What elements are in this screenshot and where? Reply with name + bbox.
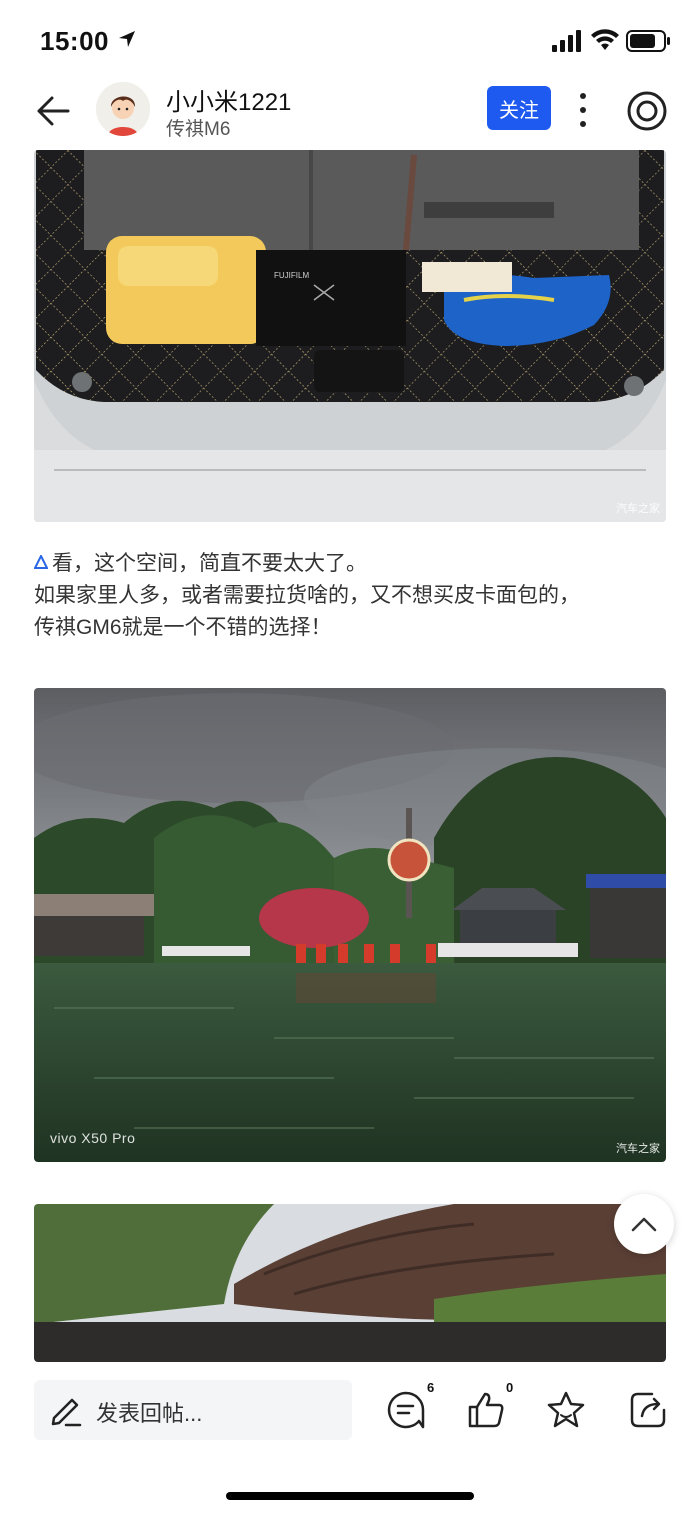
- star-icon[interactable]: [546, 1390, 586, 1430]
- comment-icon[interactable]: [386, 1390, 426, 1430]
- pencil-icon: [51, 1398, 82, 1427]
- post-text-line-2: 如果家里人多，或者需要拉货啥的，又不想买皮卡面包的，: [34, 584, 580, 607]
- svg-text:FUJIFILM: FUJIFILM: [274, 271, 309, 280]
- cellular-signal-icon: [552, 30, 581, 52]
- post-image-lake[interactable]: vivo X50 Pro 汽车之家: [34, 688, 666, 1162]
- home-indicator: [226, 1492, 474, 1500]
- post-header: 小小米1221 传祺M6 关注: [0, 76, 700, 146]
- bottom-toolbar: 发表回帖... 6 0: [0, 1362, 700, 1462]
- share-icon[interactable]: [628, 1390, 668, 1430]
- username[interactable]: 小小米1221: [166, 82, 291, 117]
- battery-icon: [626, 30, 670, 52]
- post-text-line-1: 看，这个空间，简直不要太大了。: [52, 552, 367, 575]
- post-image-rock[interactable]: [34, 1204, 666, 1362]
- location-arrow-icon: [119, 31, 135, 47]
- post-text-line-3: 传祺GM6就是一个不错的选择！: [34, 616, 332, 639]
- follow-button[interactable]: 关注: [487, 86, 551, 130]
- status-time: 15:00: [40, 26, 109, 56]
- triangle-icon: [34, 555, 48, 569]
- wifi-icon: [591, 29, 619, 50]
- scroll-top-button[interactable]: [614, 1194, 674, 1254]
- reply-placeholder: 发表回帖...: [96, 1401, 203, 1426]
- post-line-1: 看，这个空间，简直不要太大了。: [34, 548, 674, 580]
- post-body: 看，这个空间，简直不要太大了。 如果家里人多，或者需要拉货啥的，又不想买皮卡面包…: [34, 548, 674, 644]
- like-count: 0: [506, 1380, 514, 1395]
- back-arrow-icon[interactable]: [34, 92, 72, 130]
- post-image-trunk[interactable]: FUJIFILM 汽车之家: [34, 150, 666, 522]
- avatar[interactable]: [96, 82, 150, 136]
- status-bar: 15:00: [0, 0, 700, 80]
- thumbs-up-icon[interactable]: [466, 1390, 506, 1430]
- camera-label: vivo X50 Pro: [50, 1130, 136, 1146]
- watermark: 汽车之家: [616, 503, 660, 515]
- reply-input[interactable]: 发表回帖...: [34, 1380, 352, 1440]
- comment-count: 6: [427, 1380, 435, 1395]
- record-icon[interactable]: [626, 90, 668, 132]
- watermark: 汽车之家: [616, 1143, 660, 1155]
- car-model-label[interactable]: 传祺M6: [166, 114, 230, 141]
- chevron-up-icon: [631, 1217, 657, 1232]
- more-vertical-icon[interactable]: [570, 90, 596, 130]
